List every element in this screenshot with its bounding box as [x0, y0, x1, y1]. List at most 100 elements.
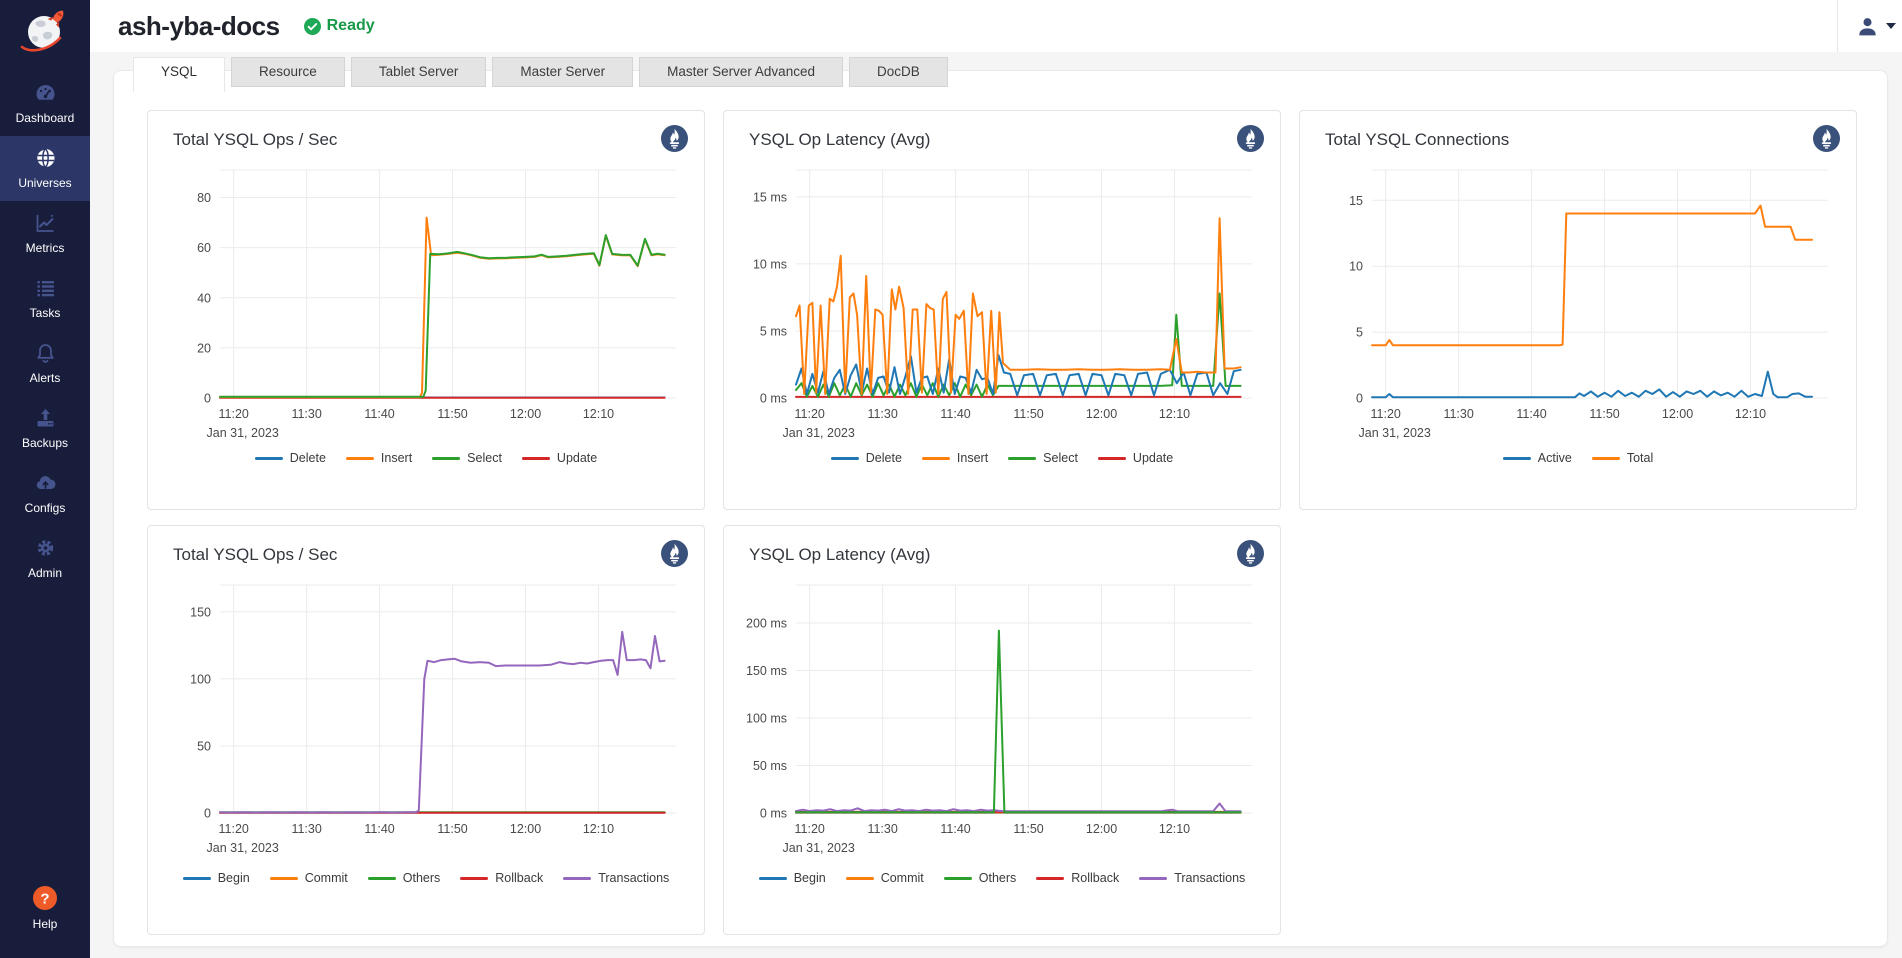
sidebar-item-label: Alerts — [30, 371, 61, 385]
chart-canvas: 11:2011:3011:4011:5012:0012:10020406080J… — [164, 160, 688, 442]
sidebar-item-tasks[interactable]: Tasks — [0, 266, 90, 331]
legend-label: Rollback — [495, 871, 543, 885]
tab-master-server[interactable]: Master Server — [492, 57, 633, 87]
chart-panel-ysql-op-latency: YSQL Op Latency (Avg) 11:2011:3011:4011:… — [723, 110, 1281, 510]
legend-item-insert[interactable]: Insert — [922, 451, 988, 465]
prometheus-icon[interactable] — [661, 125, 688, 152]
legend-item-transactions[interactable]: Transactions — [1139, 871, 1245, 885]
chart-legend: Delete Insert Select Update — [164, 451, 688, 465]
sidebar-item-label: Backups — [22, 436, 68, 450]
svg-text:11:40: 11:40 — [364, 407, 394, 421]
svg-text:80: 80 — [197, 191, 211, 205]
legend-item-insert[interactable]: Insert — [346, 451, 412, 465]
backup-upload-icon — [33, 406, 58, 430]
legend-swatch — [1036, 877, 1064, 880]
svg-text:11:20: 11:20 — [219, 407, 249, 421]
status-label: Ready — [327, 17, 375, 35]
legend-item-delete[interactable]: Delete — [831, 451, 902, 465]
legend-item-total[interactable]: Total — [1592, 451, 1653, 465]
sidebar-item-dashboard[interactable]: Dashboard — [0, 71, 90, 136]
legend-label: Others — [403, 871, 441, 885]
line-chart-icon — [33, 211, 58, 235]
svg-text:12:00: 12:00 — [1662, 407, 1693, 421]
sidebar-item-universes[interactable]: Universes — [0, 136, 90, 201]
chart-title: YSQL Op Latency (Avg) — [749, 130, 930, 150]
svg-text:50 ms: 50 ms — [753, 759, 787, 773]
series-line-total — [1372, 206, 1812, 346]
chart-legend: Delete Insert Select Update — [740, 451, 1264, 465]
legend-item-others[interactable]: Others — [944, 871, 1017, 885]
sidebar-item-label: Tasks — [30, 306, 61, 320]
legend-item-active[interactable]: Active — [1503, 451, 1572, 465]
legend-label: Others — [979, 871, 1017, 885]
tab-ysql[interactable]: YSQL — [133, 57, 225, 92]
sidebar-item-metrics[interactable]: Metrics — [0, 201, 90, 266]
svg-text:11:40: 11:40 — [1516, 407, 1546, 421]
chart-panel-ysql-transaction-latency: YSQL Op Latency (Avg) 11:2011:3011:4011:… — [723, 525, 1281, 935]
sidebar-item-help[interactable]: ? Help — [0, 875, 90, 942]
svg-text:12:10: 12:10 — [1159, 407, 1190, 421]
prometheus-icon[interactable] — [661, 540, 688, 567]
tab-resource[interactable]: Resource — [231, 57, 345, 87]
svg-text:11:30: 11:30 — [1443, 407, 1473, 421]
sidebar-item-backups[interactable]: Backups — [0, 396, 90, 461]
svg-text:5 ms: 5 ms — [760, 324, 787, 338]
user-menu[interactable] — [1837, 0, 1902, 52]
legend-label: Select — [1043, 451, 1078, 465]
legend-swatch — [432, 457, 460, 460]
svg-text:20: 20 — [197, 341, 211, 355]
svg-text:12:10: 12:10 — [1735, 407, 1766, 421]
prometheus-icon[interactable] — [1237, 125, 1264, 152]
prometheus-icon[interactable] — [1237, 540, 1264, 567]
legend-item-update[interactable]: Update — [1098, 451, 1173, 465]
tab-tablet-server[interactable]: Tablet Server — [351, 57, 487, 87]
svg-text:12:00: 12:00 — [1086, 822, 1117, 836]
legend-item-select[interactable]: Select — [432, 451, 502, 465]
legend-label: Active — [1538, 451, 1572, 465]
gauge-icon — [33, 81, 58, 105]
chart-grid: Total YSQL Ops / Sec 11:2011:3011:4011:5… — [114, 71, 1887, 947]
svg-text:11:20: 11:20 — [219, 822, 249, 836]
svg-text:11:20: 11:20 — [795, 822, 825, 836]
legend-item-commit[interactable]: Commit — [270, 871, 348, 885]
legend-label: Begin — [794, 871, 826, 885]
svg-text:11:30: 11:30 — [867, 822, 897, 836]
legend-item-select[interactable]: Select — [1008, 451, 1078, 465]
app-root: Dashboard Universes Metrics — [0, 0, 1902, 958]
legend-item-rollback[interactable]: Rollback — [460, 871, 543, 885]
svg-text:Jan 31, 2023: Jan 31, 2023 — [783, 841, 855, 855]
yugabyte-logo[interactable] — [16, 0, 74, 71]
svg-text:12:00: 12:00 — [510, 822, 541, 836]
legend-item-commit[interactable]: Commit — [846, 871, 924, 885]
legend-swatch — [255, 457, 283, 460]
sidebar-item-configs[interactable]: Configs — [0, 461, 90, 526]
legend-label: Insert — [381, 451, 412, 465]
legend-item-delete[interactable]: Delete — [255, 451, 326, 465]
svg-text:11:50: 11:50 — [1589, 407, 1619, 421]
legend-swatch — [1503, 457, 1531, 460]
legend-item-update[interactable]: Update — [522, 451, 597, 465]
svg-text:0: 0 — [204, 807, 211, 821]
tab-docdb[interactable]: DocDB — [849, 57, 948, 87]
svg-text:40: 40 — [197, 291, 211, 305]
series-line-others — [796, 631, 1241, 813]
legend-label: Commit — [305, 871, 348, 885]
svg-text:150: 150 — [190, 605, 211, 619]
task-list-icon — [33, 276, 58, 300]
legend-item-begin[interactable]: Begin — [759, 871, 826, 885]
legend-item-others[interactable]: Others — [368, 871, 441, 885]
legend-item-begin[interactable]: Begin — [183, 871, 250, 885]
svg-text:12:00: 12:00 — [1086, 407, 1117, 421]
tab-master-server-advanced[interactable]: Master Server Advanced — [639, 57, 843, 87]
sidebar-item-admin[interactable]: Admin — [0, 526, 90, 591]
svg-text:11:20: 11:20 — [1371, 407, 1401, 421]
svg-text:12:00: 12:00 — [510, 407, 541, 421]
svg-text:0: 0 — [204, 392, 211, 406]
sidebar-item-alerts[interactable]: Alerts — [0, 331, 90, 396]
prometheus-icon[interactable] — [1813, 125, 1840, 152]
legend-item-rollback[interactable]: Rollback — [1036, 871, 1119, 885]
metrics-card: Total YSQL Ops / Sec 11:2011:3011:4011:5… — [113, 70, 1888, 947]
legend-label: Delete — [866, 451, 902, 465]
metrics-tab-bar: YSQL Resource Tablet Server Master Serve… — [133, 57, 954, 92]
legend-item-transactions[interactable]: Transactions — [563, 871, 669, 885]
